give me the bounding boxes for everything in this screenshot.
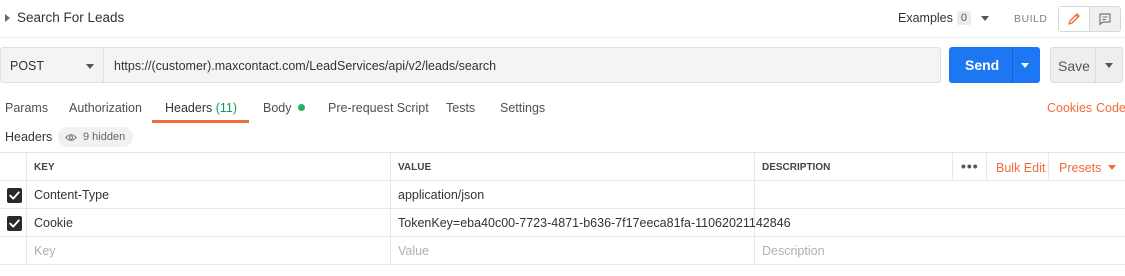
- save-label: Save: [1058, 58, 1090, 74]
- presets-dropdown[interactable]: Presets: [1059, 161, 1117, 175]
- table-row: Cookie TokenKey=eba40c00-7723-4871-b636-…: [0, 209, 1125, 237]
- row-checkbox[interactable]: [7, 216, 22, 231]
- chevron-down-icon: [86, 64, 94, 69]
- headers-subbar: Headers 9 hidden: [0, 126, 1125, 148]
- actions-divider-2: [1048, 153, 1049, 181]
- row-checkbox-cell: [0, 209, 27, 237]
- key-cell[interactable]: Cookie: [27, 209, 391, 237]
- request-title[interactable]: Search For Leads: [17, 10, 124, 25]
- tab-body-label: Body: [263, 101, 292, 115]
- build-mode-label: BUILD: [1014, 13, 1048, 25]
- table-header-row: KEY VALUE DESCRIPTION ••• Bulk Edit Pres…: [0, 153, 1125, 181]
- save-options-chevron-icon[interactable]: [1105, 63, 1113, 68]
- checkmark-icon: [9, 191, 20, 200]
- comment-icon: [1099, 13, 1111, 26]
- actions-divider: [986, 153, 987, 181]
- row-checkbox[interactable]: [7, 188, 22, 203]
- request-tabs: Params Authorization Headers (11) Body P…: [0, 92, 1125, 124]
- tab-headers-label: Headers: [165, 101, 213, 115]
- send-options-chevron-icon[interactable]: [1021, 63, 1029, 68]
- more-options-icon[interactable]: •••: [961, 158, 979, 174]
- cookies-link[interactable]: Cookies: [1047, 101, 1092, 115]
- eye-icon: [65, 133, 77, 141]
- url-input[interactable]: https://(customer).maxcontact.com/LeadSe…: [104, 47, 941, 83]
- new-key-input[interactable]: Key: [27, 237, 391, 265]
- tab-authorization[interactable]: Authorization: [69, 101, 142, 115]
- row-checkbox-cell: [0, 237, 27, 265]
- tab-tests[interactable]: Tests: [446, 101, 475, 115]
- description-cell[interactable]: [755, 209, 1125, 237]
- save-divider: [1095, 48, 1096, 82]
- value-cell[interactable]: application/json: [391, 181, 755, 209]
- headers-section-label: Headers: [5, 130, 53, 144]
- request-title-bar: Search For Leads Examples 0 BUILD: [0, 0, 1125, 38]
- chevron-down-icon: [981, 15, 990, 21]
- new-value-input[interactable]: Value: [391, 237, 755, 265]
- edit-mode-button[interactable]: [1059, 7, 1090, 31]
- method-select[interactable]: POST: [0, 47, 104, 83]
- headers-table: KEY VALUE DESCRIPTION ••• Bulk Edit Pres…: [0, 152, 1125, 265]
- collapse-caret-icon[interactable]: [5, 14, 10, 22]
- row-checkbox-cell: [0, 181, 27, 209]
- tab-body[interactable]: Body: [263, 101, 305, 115]
- examples-count-badge: 0: [956, 11, 972, 25]
- code-link[interactable]: Code: [1096, 101, 1125, 115]
- tab-headers[interactable]: Headers (11): [165, 101, 237, 115]
- send-button[interactable]: Send: [949, 47, 1040, 83]
- url-text: https://(customer).maxcontact.com/LeadSe…: [114, 59, 497, 73]
- examples-dropdown[interactable]: Examples 0: [898, 11, 990, 25]
- tab-pre-request-script[interactable]: Pre-request Script: [328, 101, 429, 115]
- tab-settings[interactable]: Settings: [500, 101, 545, 115]
- examples-label: Examples: [898, 11, 953, 25]
- description-cell[interactable]: [755, 181, 1125, 209]
- send-divider: [1012, 47, 1013, 83]
- presets-label: Presets: [1059, 161, 1102, 175]
- body-status-dot: [297, 104, 305, 111]
- tab-headers-count: (11): [215, 101, 238, 115]
- description-column-header: DESCRIPTION: [755, 153, 953, 181]
- url-bar: POST https://(customer).maxcontact.com/L…: [0, 47, 1125, 83]
- new-description-input[interactable]: Description: [755, 237, 1125, 265]
- key-cell[interactable]: Content-Type: [27, 181, 391, 209]
- active-tab-indicator: [152, 120, 249, 123]
- value-column-header: VALUE: [391, 153, 755, 181]
- save-button[interactable]: Save: [1050, 47, 1123, 83]
- table-row: Content-Type application/json: [0, 181, 1125, 209]
- key-column-header: KEY: [27, 153, 391, 181]
- comments-mode-button[interactable]: [1090, 7, 1120, 31]
- new-header-row: Key Value Description: [0, 237, 1125, 265]
- mode-toggle: [1058, 6, 1121, 32]
- hidden-headers-toggle[interactable]: 9 hidden: [58, 127, 134, 147]
- tab-params[interactable]: Params: [5, 101, 48, 115]
- bulk-edit-link[interactable]: Bulk Edit: [996, 161, 1045, 175]
- pencil-icon: [1068, 13, 1080, 25]
- chevron-down-icon: [1108, 165, 1117, 170]
- value-cell[interactable]: TokenKey=eba40c00-7723-4871-b636-7f17eec…: [391, 209, 791, 237]
- checkbox-column-header: [0, 153, 27, 181]
- checkmark-icon: [9, 219, 20, 228]
- hidden-headers-label: 9 hidden: [83, 131, 126, 143]
- method-label: POST: [10, 59, 45, 73]
- send-label: Send: [965, 57, 1000, 73]
